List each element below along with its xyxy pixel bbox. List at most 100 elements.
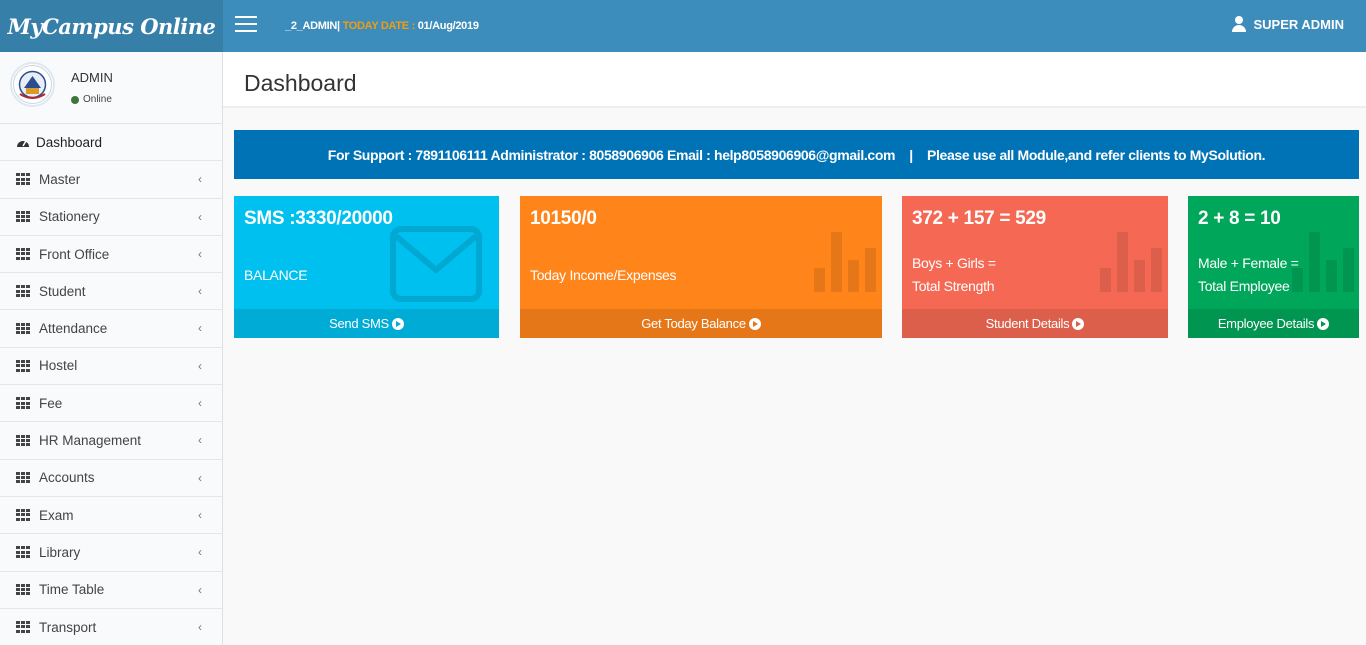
sidebar-item-master[interactable]: Master ‹ [0, 161, 222, 199]
user-code: _2_ADMIN [285, 20, 338, 32]
box-label-line1: Boys + Girls = [912, 255, 996, 271]
user-icon [1232, 16, 1247, 32]
chevron-left-icon: ‹ [198, 284, 202, 299]
bar-chart-icon [814, 232, 876, 292]
income-expenses-box: 10150/0 Today Income/Expenses Get Today … [520, 196, 882, 338]
chevron-left-icon: ‹ [198, 433, 202, 448]
box-value: 372 + 157 = 529 [912, 208, 1046, 229]
chevron-left-icon: ‹ [198, 619, 202, 634]
arrow-circle-right-icon [1317, 317, 1330, 330]
grid-icon [16, 546, 31, 559]
footer-label: Employee Details [1217, 316, 1315, 331]
sidebar-item-dashboard[interactable]: Dashboard [0, 124, 222, 162]
box-label-line1: Male + Female = [1198, 255, 1299, 271]
avatar [10, 62, 55, 107]
sidebar-item-label: Attendance [39, 321, 108, 337]
sidebar-item-library[interactable]: Library ‹ [0, 534, 222, 572]
sidebar-item-label: Stationery [39, 209, 100, 225]
chevron-left-icon: ‹ [198, 545, 202, 560]
sidebar-item-label: Dashboard [36, 134, 103, 150]
date-label: TODAY DATE : [342, 20, 416, 32]
sidebar-item-student[interactable]: Student ‹ [0, 273, 222, 311]
grid-icon [16, 583, 31, 596]
envelope-icon [390, 226, 482, 302]
online-status-dot [71, 95, 79, 104]
sidebar-item-label: Exam [39, 507, 74, 523]
grid-icon [16, 210, 31, 223]
sidebar-item-hr-management[interactable]: HR Management ‹ [0, 422, 222, 460]
box-label: Male + Female = Total Employee [1198, 252, 1299, 298]
arrow-circle-right-icon [391, 317, 404, 330]
chevron-left-icon: ‹ [198, 209, 202, 224]
date-value: 01/Aug/2019 [417, 20, 479, 32]
box-label: Boys + Girls = Total Strength [912, 252, 996, 298]
page-title: Dashboard [244, 70, 357, 96]
grid-icon [16, 322, 31, 335]
get-today-balance-link[interactable]: Get Today Balance [520, 309, 882, 338]
arrow-circle-right-icon [1072, 317, 1085, 330]
user-menu-label: SUPER ADMIN [1253, 16, 1344, 32]
employee-strength-box: 2 + 8 = 10 Male + Female = Total Employe… [1188, 196, 1359, 338]
sidebar-item-label: Student [39, 283, 86, 299]
sidebar-item-time-table[interactable]: Time Table ‹ [0, 572, 222, 609]
grid-icon [16, 621, 31, 633]
chevron-left-icon: ‹ [198, 246, 202, 261]
logo[interactable]: MyCampus Online [0, 0, 223, 52]
sidebar-item-stationery[interactable]: Stationery ‹ [0, 199, 222, 236]
content-header: Dashboard [223, 52, 1366, 108]
sidebar-item-label: Library [39, 544, 81, 560]
box-value: SMS :3330/20000 [244, 208, 393, 229]
user-status: Online [71, 94, 112, 105]
user-name: ADMIN [71, 70, 113, 85]
box-value: 2 + 8 = 10 [1198, 208, 1281, 229]
sidebar-item-label: Transport [39, 619, 97, 635]
chevron-left-icon: ‹ [198, 358, 202, 373]
sidebar-item-label: Time Table [39, 582, 105, 598]
sidebar-item-attendance[interactable]: Attendance ‹ [0, 310, 222, 348]
employee-details-link[interactable]: Employee Details [1188, 309, 1359, 338]
user-status-label: Online [83, 94, 112, 105]
box-value: 10150/0 [530, 208, 597, 229]
sidebar-item-fee[interactable]: Fee ‹ [0, 385, 222, 423]
sidebar-item-label: HR Management [39, 433, 142, 449]
sidebar-item-exam[interactable]: Exam ‹ [0, 497, 222, 535]
student-details-link[interactable]: Student Details [902, 309, 1168, 338]
top-info: _2_ADMIN| TODAY DATE : 01/Aug/2019 [285, 20, 479, 32]
logo-text: MyCampus Online [7, 13, 216, 39]
chevron-left-icon: ‹ [198, 396, 202, 411]
box-label-line2: Total Strength [912, 278, 995, 294]
grid-icon [16, 471, 31, 484]
sidebar-item-hostel[interactable]: Hostel ‹ [0, 348, 222, 386]
bar-chart-icon [1292, 232, 1354, 292]
chevron-left-icon: ‹ [198, 470, 202, 485]
sidebar-item-accounts[interactable]: Accounts ‹ [0, 460, 222, 497]
sidebar-item-label: Front Office [39, 246, 110, 262]
user-menu[interactable]: SUPER ADMIN [1232, 16, 1344, 32]
support-banner: For Support : 7891106111 Administrator :… [234, 130, 1359, 179]
sidebar-toggle-icon[interactable] [235, 16, 257, 34]
chevron-left-icon: ‹ [198, 507, 202, 522]
grid-icon [16, 397, 31, 409]
grid-icon [16, 248, 31, 260]
chevron-left-icon: ‹ [198, 172, 202, 187]
footer-label: Get Today Balance [641, 316, 746, 331]
grid-icon [16, 285, 31, 297]
top-navbar: _2_ADMIN| TODAY DATE : 01/Aug/2019 SUPER… [223, 0, 1366, 52]
sidebar-item-front-office[interactable]: Front Office ‹ [0, 236, 222, 274]
support-text: For Support : 7891106111 Administrator :… [327, 146, 1266, 163]
footer-label: Send SMS [329, 316, 389, 331]
grid-icon [16, 509, 31, 521]
send-sms-link[interactable]: Send SMS [234, 309, 499, 338]
user-panel: ADMIN Online [0, 52, 222, 124]
sidebar-item-transport[interactable]: Transport ‹ [0, 609, 222, 645]
box-label: Today Income/Expenses [530, 267, 677, 283]
sidebar: ADMIN Online Dashboard Master ‹ Statione… [0, 52, 223, 645]
chevron-left-icon: ‹ [198, 321, 202, 336]
student-strength-box: 372 + 157 = 529 Boys + Girls = Total Str… [902, 196, 1168, 338]
dashboard-icon [17, 140, 29, 148]
sms-balance-box: SMS :3330/20000 BALANCE Send SMS [234, 196, 499, 338]
grid-icon [16, 434, 31, 447]
footer-label: Student Details [985, 316, 1070, 331]
sidebar-item-label: Hostel [39, 358, 78, 374]
box-label-line2: Total Employee [1198, 278, 1290, 294]
